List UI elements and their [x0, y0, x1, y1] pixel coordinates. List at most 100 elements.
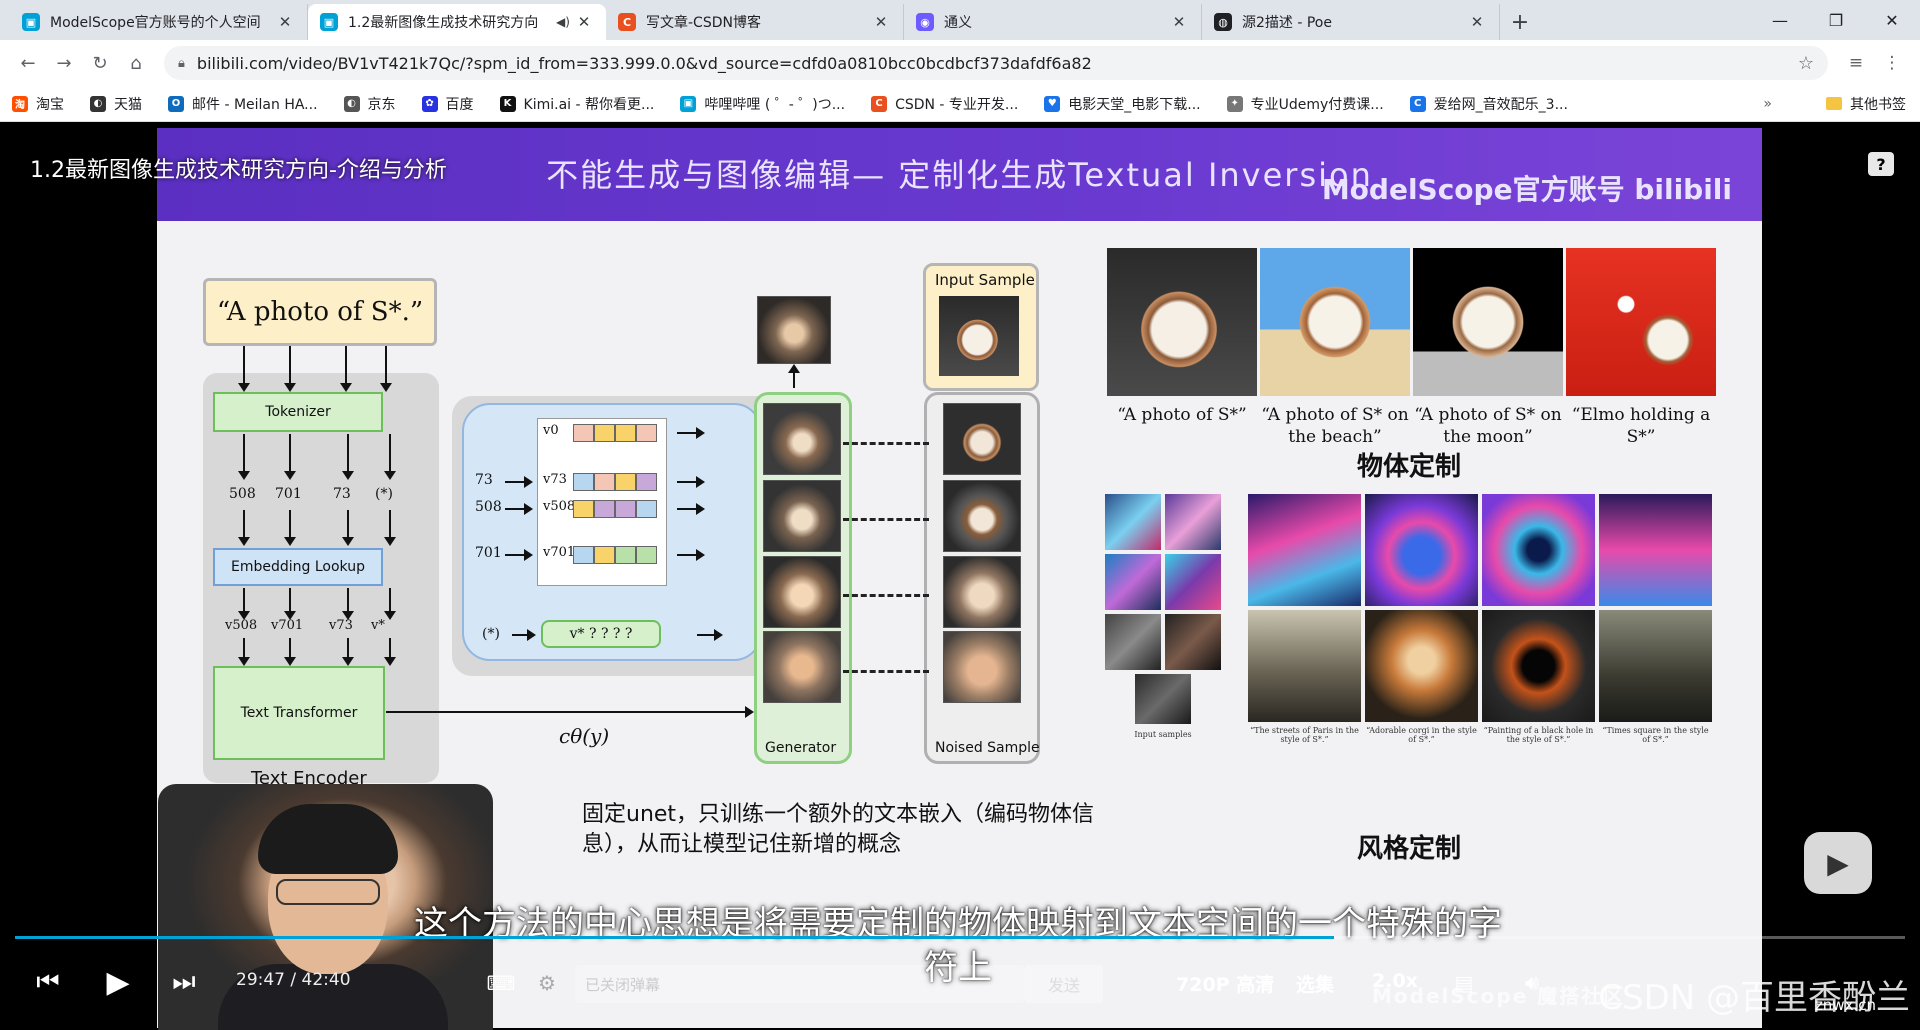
other-bookmarks-label: 其他书签	[1850, 96, 1906, 113]
tab-3[interactable]: ◉ 通义 ✕	[904, 4, 1202, 40]
bookmark-item[interactable]: 淘淘宝	[12, 94, 64, 114]
noised-frame	[943, 403, 1021, 475]
video-player[interactable]: 不能生成与图像编辑— 定制化生成Textual Inversion ModelS…	[0, 122, 1920, 1030]
style-timessquare-color	[1599, 494, 1712, 606]
input-sample-label: Input Sample	[935, 271, 1035, 289]
episodes-button[interactable]: 选集	[1296, 970, 1334, 997]
tab-1[interactable]: ▣ 1.2最新图像生成技术研究方向 ◀︎) ✕	[308, 4, 606, 40]
bookmark-item[interactable]: ◐ 天猫	[90, 94, 142, 114]
arrow	[284, 588, 296, 620]
volume-icon[interactable]: 🔊︎	[1514, 968, 1550, 998]
dashed-link	[843, 518, 929, 521]
bookmark-label: 爱给网_音效配乐_3...	[1433, 96, 1568, 113]
tab-close-icon[interactable]: ✕	[1169, 13, 1189, 31]
tab-4[interactable]: ◍ 源2描述 - Poe ✕	[1202, 4, 1500, 40]
tab-list: ▣ ModelScope官方账号的个人空间 ✕ ▣ 1.2最新图像生成技术研究方向 ◀︎)…	[0, 0, 1500, 40]
current-time: 29:47	[236, 970, 285, 990]
url-text[interactable]: bilibili.com/video/BV1vT421k7Qc/?spm_id_…	[197, 54, 1798, 73]
minimize-button[interactable]: —	[1752, 0, 1808, 40]
reload-icon[interactable]: ↻	[82, 45, 118, 81]
tab-title: 写文章-CSDN博客	[646, 15, 761, 31]
tab-close-icon[interactable]: ✕	[574, 13, 594, 31]
back-icon[interactable]: ←	[10, 45, 46, 81]
embedding-lookup-box: Embedding Lookup	[213, 548, 383, 586]
tab-close-icon[interactable]: ✕	[1467, 13, 1487, 31]
reading-list-icon[interactable]: ≡	[1838, 45, 1874, 81]
send-danmaku-button[interactable]: 发送	[1025, 965, 1103, 1003]
slide-brand: ModelScope官方账号 bilibili	[1321, 173, 1732, 206]
star-vector-label: v*	[569, 626, 585, 642]
generator-label: Generator	[765, 740, 837, 756]
side-play-icon[interactable]: ▶	[1804, 832, 1872, 894]
embedding-cell	[636, 424, 657, 442]
previous-icon[interactable]: ⏮	[30, 962, 66, 1002]
unknown-cells: ? ? ? ?	[589, 626, 633, 642]
quality-button[interactable]: 720P 高清	[1176, 970, 1274, 997]
bookmark-star-icon[interactable]: ☆	[1798, 53, 1814, 74]
tab-0[interactable]: ▣ ModelScope官方账号的个人空间 ✕	[10, 4, 308, 40]
embedding-row-label: v508	[543, 499, 576, 514]
object-image-plain	[1107, 248, 1257, 396]
speed-button[interactable]: 2.0x	[1372, 970, 1418, 992]
arrow	[677, 549, 705, 561]
conditioning-arrow	[386, 706, 754, 718]
help-icon[interactable]: ?	[1868, 152, 1894, 176]
bookmark-item[interactable]: C CSDN - 专业开发...	[871, 94, 1018, 114]
bookmark-label: 京东	[367, 96, 396, 113]
danmaku-toggle-icon[interactable]: ⌨	[486, 968, 516, 998]
star-token-id: (*)	[482, 626, 500, 642]
tab-title: ModelScope官方账号的个人空间	[50, 15, 261, 31]
progress-bar[interactable]	[15, 936, 1905, 939]
input-sample-image	[939, 296, 1019, 376]
embedding-cell	[594, 424, 615, 442]
new-tab-button[interactable]: +	[1500, 4, 1540, 40]
lookup-token-id: 508	[475, 499, 502, 515]
arrow	[505, 476, 533, 488]
home-icon[interactable]: ⌂	[118, 45, 154, 81]
bookmark-item[interactable]: ◐ 京东	[343, 94, 396, 114]
menu-icon[interactable]: ⋮	[1874, 45, 1910, 81]
bookmark-item[interactable]: O 邮件 - Meilan HA...	[168, 94, 318, 114]
bookmarks-overflow-button[interactable]: »	[1763, 96, 1772, 112]
arrow	[505, 549, 533, 561]
bookmark-item[interactable]: ✦ 专业Udemy付费课...	[1226, 94, 1384, 114]
lookup-token-id: 701	[475, 545, 502, 561]
token-id: 508	[229, 486, 256, 502]
tokenizer-box: Tokenizer	[213, 392, 383, 432]
danmaku-input[interactable]: 已关闭弹幕	[575, 965, 1025, 1003]
tab-2[interactable]: C 写文章-CSDN博客 ✕	[606, 4, 904, 40]
next-icon[interactable]: ⏭	[166, 962, 202, 1002]
bookmark-item[interactable]: ✿ 百度	[421, 94, 474, 114]
play-icon[interactable]: ▶	[98, 960, 138, 1004]
other-bookmarks[interactable]: 其他书签	[1826, 94, 1906, 114]
tab-close-icon[interactable]: ✕	[275, 13, 295, 31]
embedding-cell	[615, 500, 636, 518]
bookmark-label: 邮件 - Meilan HA...	[192, 96, 318, 113]
bookmark-item[interactable]: ♥ 电影天堂_电影下载...	[1044, 94, 1201, 114]
bookmark-item[interactable]: K Kimi.ai - 帮你看更...	[499, 94, 654, 114]
embedding-cell	[573, 546, 594, 564]
arrow	[284, 434, 296, 480]
tab-close-icon[interactable]: ✕	[871, 13, 891, 31]
dashed-link	[843, 442, 929, 445]
forward-icon[interactable]: →	[46, 45, 82, 81]
noised-frame	[943, 631, 1021, 703]
audio-playing-icon[interactable]: ◀︎)	[556, 15, 574, 29]
style-input-thumb	[1105, 554, 1161, 610]
embedding-row	[573, 424, 657, 442]
bookmark-item[interactable]: ▣ 哔哩哔哩 ( ゜- ゜)つ...	[680, 94, 845, 114]
subtitle-line-1: 这个方法的中心思想是将需要定制的物体映射到文本空间的一个特殊的字	[414, 904, 1502, 944]
bookmark-item[interactable]: C 爱给网_音效配乐_3...	[1409, 94, 1568, 114]
embedding-cell	[573, 473, 594, 491]
arrow	[512, 629, 536, 641]
address-bar[interactable]: 🔒︎ bilibili.com/video/BV1vT421k7Qc/?spm_…	[164, 46, 1828, 80]
generator-frame	[763, 480, 841, 552]
token-id: 701	[275, 486, 302, 502]
lock-icon[interactable]: 🔒︎	[178, 56, 185, 71]
conditioning-label: cθ(y)	[559, 724, 610, 748]
subtitle-toggle-icon[interactable]: ▤	[1446, 968, 1482, 998]
object-image-beach	[1260, 248, 1410, 396]
maximize-button[interactable]: ❐	[1808, 0, 1864, 40]
close-window-button[interactable]: ✕	[1864, 0, 1920, 40]
danmaku-settings-icon[interactable]: ⚙	[532, 968, 562, 998]
